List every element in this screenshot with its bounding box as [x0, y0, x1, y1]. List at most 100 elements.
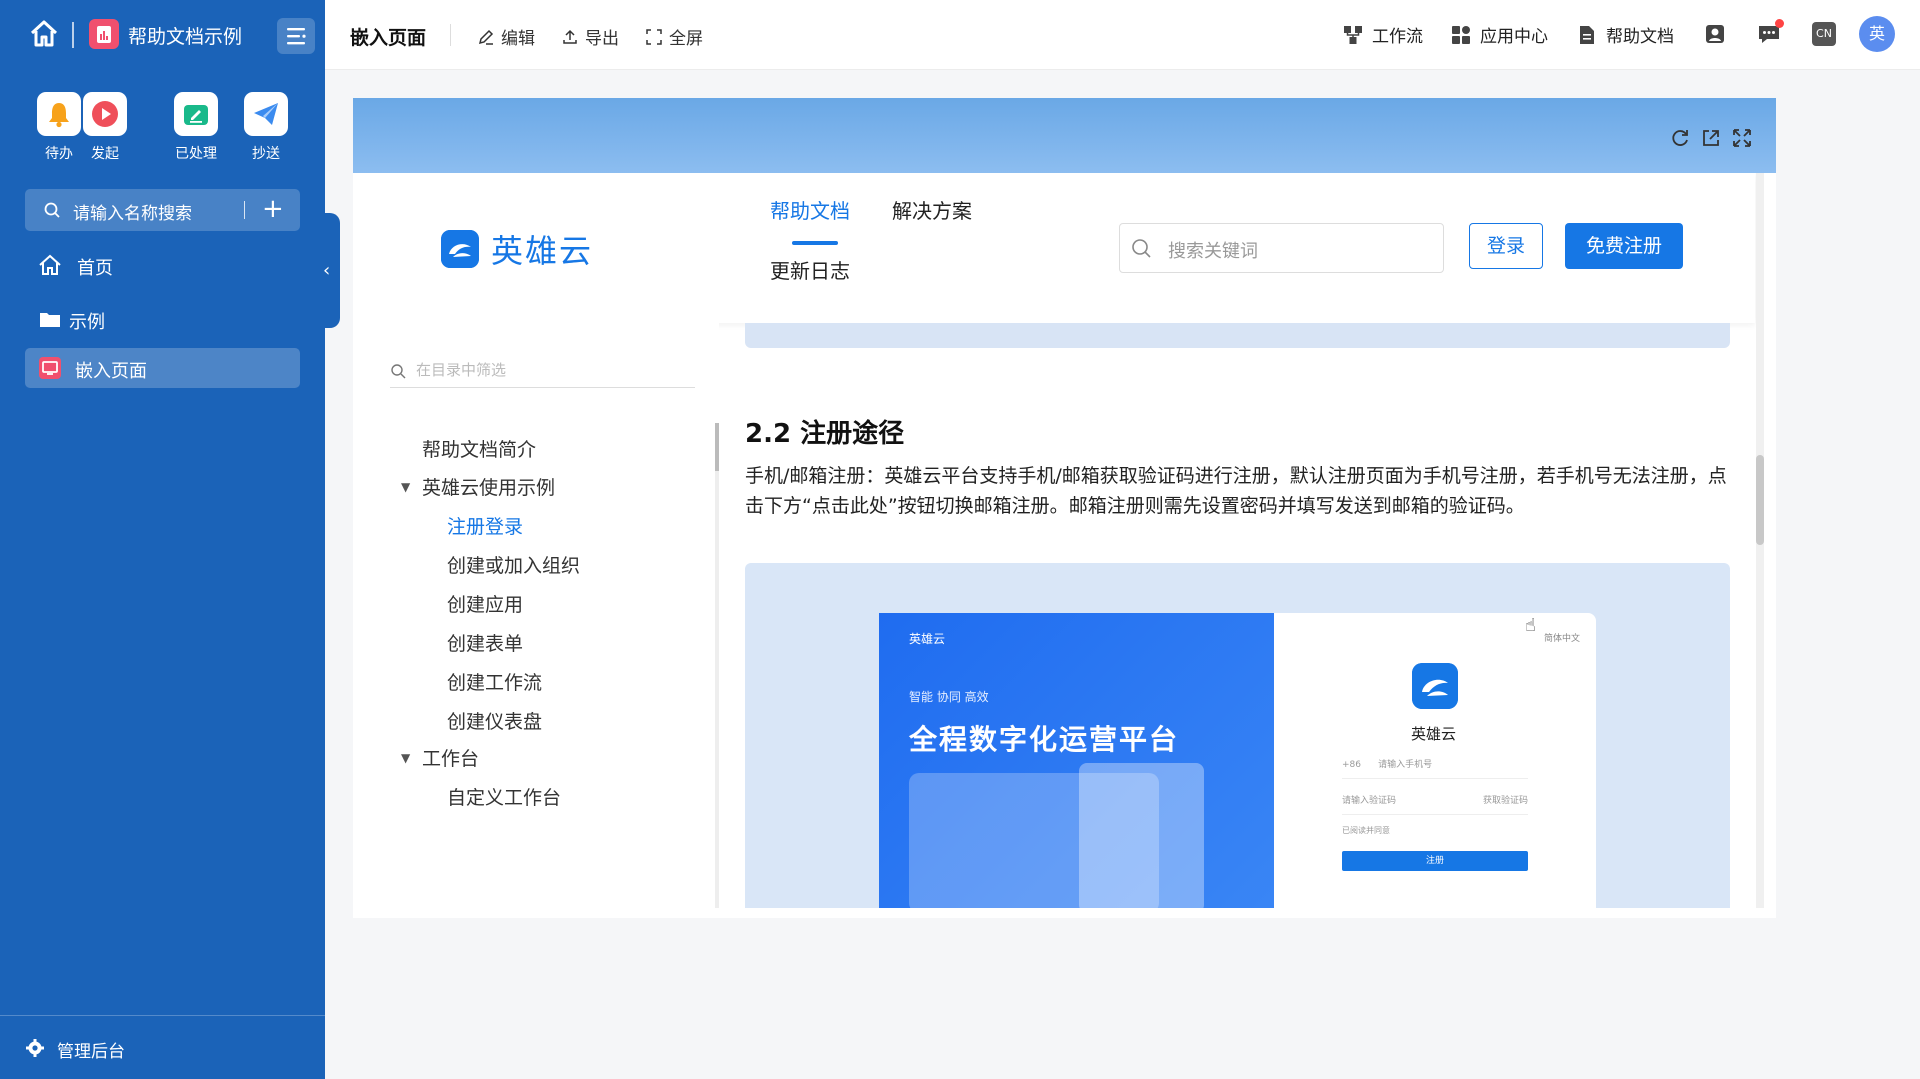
phone-prefix: +86	[1342, 760, 1361, 770]
caret-down-icon[interactable]: ▼	[401, 480, 410, 494]
screenshot-phone-field: +86 请输入手机号	[1342, 757, 1528, 779]
embed-panel: 英雄云 帮助文档 解决方案 更新日志 搜索关键词 登录 免费注册 在目录中筛选 …	[353, 98, 1776, 918]
frame-scrollbar-thumb[interactable]	[1756, 455, 1764, 545]
toc-item-active[interactable]: 注册登录	[447, 512, 523, 539]
export-label: 导出	[585, 29, 619, 49]
embedded-frame: 英雄云 帮助文档 解决方案 更新日志 搜索关键词 登录 免费注册 在目录中筛选 …	[365, 173, 1765, 908]
fullscreen-label: 全屏	[669, 29, 703, 49]
cursor-icon: ☝	[1525, 615, 1536, 636]
toc-item[interactable]: 帮助文档简介	[422, 435, 536, 462]
toc-item[interactable]: 工作台	[422, 744, 479, 771]
site-logo-text: 英雄云	[491, 232, 594, 270]
upload-icon	[563, 29, 577, 44]
toc-item[interactable]: 创建或加入组织	[447, 551, 580, 578]
fullscreen-button[interactable]: 全屏	[645, 24, 703, 49]
quick-cc[interactable]: 抄送	[236, 92, 296, 163]
app-title: 帮助文档示例	[128, 26, 243, 48]
sidebar-item-examples[interactable]: 示例	[25, 299, 300, 339]
sidebar-collapse-button[interactable]: ‹	[319, 213, 340, 328]
help-docs-link[interactable]: 帮助文档	[1576, 22, 1674, 47]
toc-item[interactable]: 创建表单	[447, 629, 523, 656]
search-icon	[391, 364, 406, 379]
register-button[interactable]: 免费注册	[1565, 223, 1683, 269]
paper-plane-icon	[244, 92, 288, 136]
screenshot-tagline: 智能 协同 高效	[909, 690, 989, 704]
site-nav-solutions[interactable]: 解决方案	[892, 195, 972, 224]
toc-item[interactable]: 创建仪表盘	[447, 707, 542, 734]
site-nav-help-docs[interactable]: 帮助文档	[770, 195, 850, 224]
app-center-label: 应用中心	[1480, 27, 1548, 47]
caret-down-icon[interactable]: ▼	[401, 751, 410, 765]
help-docs-label: 帮助文档	[1606, 27, 1674, 47]
workflow-link[interactable]: 工作流	[1342, 22, 1423, 47]
app-icon	[89, 19, 119, 49]
search-input[interactable]: 请输入名称搜索	[73, 199, 192, 224]
screenshot-brand: 英雄云	[909, 632, 946, 646]
chevron-left-icon: ‹	[323, 260, 331, 281]
quick-start[interactable]: 发起	[75, 92, 135, 163]
site-logo[interactable]: 英雄云	[441, 226, 593, 272]
sidebar-item-embed-page[interactable]: 嵌入页面	[25, 348, 300, 388]
gear-icon	[26, 1039, 44, 1057]
embed-page-icon	[39, 357, 61, 379]
screenshot-banner: 英雄云 智能 协同 高效 全程数字化运营平台	[879, 613, 1274, 908]
home-icon[interactable]	[28, 18, 60, 50]
code-button: 获取验证码	[1482, 796, 1528, 806]
add-icon[interactable]: +	[262, 194, 284, 224]
toc-item[interactable]: 创建工作流	[447, 668, 542, 695]
toc-scrollbar[interactable]	[715, 423, 719, 908]
login-button[interactable]: 登录	[1469, 223, 1543, 269]
screenshot-headline: 全程数字化运营平台	[909, 723, 1180, 756]
messages-button[interactable]	[1757, 19, 1784, 46]
sidebar-header: 帮助文档示例	[0, 0, 325, 70]
site-search-input[interactable]: 搜索关键词	[1168, 237, 1258, 263]
site-header: 英雄云 帮助文档 解决方案 更新日志 搜索关键词 登录 免费注册	[365, 173, 1755, 323]
edit-label: 编辑	[501, 29, 535, 49]
notification-dot	[1775, 19, 1784, 28]
screenshot-agree: 已阅读并同意	[1342, 826, 1390, 835]
sidebar-item-label: 首页	[77, 258, 113, 279]
previous-image	[745, 323, 1730, 348]
app-center-link[interactable]: 应用中心	[1450, 22, 1548, 47]
home-icon	[39, 254, 61, 275]
top-bar: 嵌入页面 编辑 导出 全屏 工作流 应用中心 帮助文档 CN 英	[325, 0, 1920, 70]
sidebar-search[interactable]: 请输入名称搜索 +	[25, 189, 300, 231]
sidebar-item-home[interactable]: 首页	[25, 245, 300, 285]
admin-label: 管理后台	[57, 1042, 125, 1062]
quick-label: 发起	[91, 146, 119, 162]
quick-label: 已处理	[175, 146, 217, 162]
refresh-icon[interactable]	[1669, 127, 1691, 149]
search-divider	[244, 201, 245, 219]
play-icon	[83, 92, 127, 136]
site-nav-changelog[interactable]: 更新日志	[770, 255, 850, 284]
phone-placeholder: 请输入手机号	[1378, 760, 1433, 770]
toc-filter-input[interactable]: 在目录中筛选	[416, 359, 506, 380]
toc-item[interactable]: 创建应用	[447, 590, 523, 617]
illustration-card	[1079, 763, 1204, 908]
toc-scrollbar-thumb[interactable]	[715, 423, 719, 471]
cloud-logo-icon	[1412, 663, 1458, 709]
admin-link[interactable]: 管理后台	[0, 1015, 325, 1079]
toolbar-divider	[450, 24, 451, 46]
toc-filter[interactable]: 在目录中筛选	[390, 353, 695, 388]
expand-icon[interactable]	[1731, 127, 1753, 149]
open-external-icon[interactable]	[1700, 127, 1722, 149]
folder-icon	[40, 313, 60, 327]
menu-toggle-button[interactable]	[277, 18, 315, 54]
search-icon	[44, 202, 60, 218]
site-search[interactable]: 搜索关键词	[1119, 223, 1444, 273]
screenshot-app-name: 英雄云	[1411, 725, 1457, 743]
screenshot-lang: 简体中文	[1544, 634, 1581, 644]
section-paragraph: 手机/邮箱注册：英雄云平台支持手机/邮箱获取验证码进行注册，默认注册页面为手机号…	[745, 465, 1727, 517]
contacts-icon[interactable]	[1703, 22, 1727, 46]
language-button[interactable]: CN	[1812, 22, 1836, 46]
avatar[interactable]: 英	[1859, 16, 1895, 52]
edit-button[interactable]: 编辑	[477, 24, 535, 49]
nav-active-indicator	[792, 241, 838, 245]
header-divider	[72, 22, 74, 48]
export-button[interactable]: 导出	[561, 24, 619, 49]
toc-item[interactable]: 自定义工作台	[447, 783, 561, 810]
table-of-contents: 在目录中筛选 帮助文档简介 ▼ 英雄云使用示例 注册登录 创建或加入组织 创建应…	[365, 323, 719, 908]
toc-item[interactable]: 英雄云使用示例	[422, 473, 555, 500]
quick-done[interactable]: 已处理	[166, 92, 226, 163]
